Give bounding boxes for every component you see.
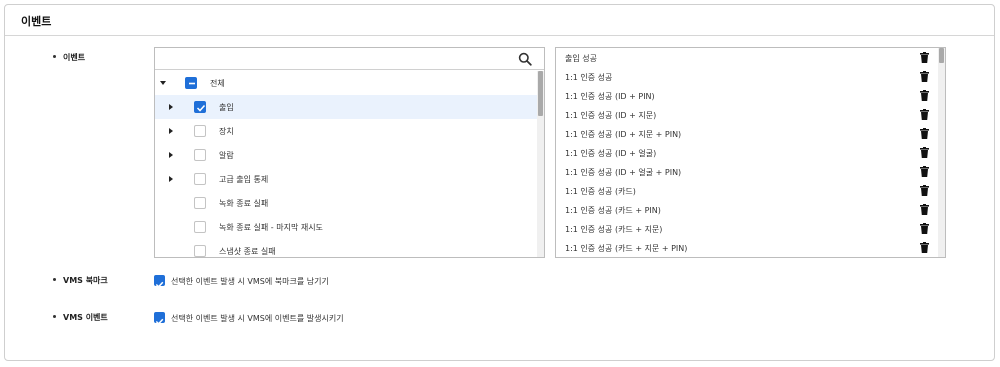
list-item-label: 1:1 인증 성공 <box>565 73 613 82</box>
panel-title: 이벤트 <box>21 15 52 28</box>
trash-icon[interactable] <box>920 90 929 101</box>
list-item-label: 1:1 인증 성공 (ID + 얼굴 + PIN) <box>565 168 682 177</box>
trash-icon[interactable] <box>920 242 929 253</box>
search-bar <box>155 48 544 70</box>
list-item: 1:1 인증 성공 (카드) <box>556 181 938 200</box>
tree-row[interactable]: 스냅샷 종료 실패 <box>155 239 537 257</box>
list-item-label: 1:1 인증 성공 (ID + 얼굴) <box>565 149 657 158</box>
trash-icon[interactable] <box>920 223 929 234</box>
list-item-label: 1:1 인증 성공 (카드 + 지문 + PIN) <box>565 244 688 253</box>
tree-checkbox[interactable] <box>194 149 206 161</box>
list-item: 1:1 인증 성공 (ID + 얼굴 + PIN) <box>556 162 938 181</box>
caret-right-icon[interactable] <box>167 175 175 183</box>
list-item: 1:1 인증 성공 (ID + PIN) <box>556 86 938 105</box>
vms-event-row-label: VMS 이벤트 <box>53 312 108 323</box>
list-item-label: 1:1 인증 성공 (카드 + 지문) <box>565 225 663 234</box>
tree-row[interactable]: 고급 출입 통제 <box>155 167 537 191</box>
tree-label: 녹화 종료 실패 - 마지막 재시도 <box>219 223 323 232</box>
tree-row[interactable]: 녹화 종료 실패 <box>155 191 537 215</box>
trash-icon[interactable] <box>920 166 929 177</box>
trash-icon[interactable] <box>920 52 929 63</box>
event-row-label: 이벤트 <box>53 52 85 63</box>
tree-label: 녹화 종료 실패 <box>219 199 269 208</box>
vms-event-checkbox[interactable] <box>154 312 165 325</box>
selected-events-list: 출입 성공 1:1 인증 성공 1:1 인증 성공 (ID + PIN) 1:1… <box>555 47 946 258</box>
tree-checkbox[interactable] <box>194 245 206 257</box>
panel-header: 이벤트 <box>5 5 994 36</box>
event-row-label-text: 이벤트 <box>63 53 86 62</box>
tree-checkbox[interactable] <box>194 101 206 113</box>
trash-icon[interactable] <box>920 204 929 215</box>
tree-checkbox[interactable] <box>194 221 206 233</box>
tree-row[interactable]: 출입 <box>155 95 537 119</box>
list-item: 1:1 인증 성공 (ID + 지문 + PIN) <box>556 124 938 143</box>
search-icon[interactable] <box>518 52 532 66</box>
bullet-icon <box>53 278 56 281</box>
list-item: 1:1 인증 성공 (카드 + PIN) <box>556 200 938 219</box>
list-item: 1:1 인증 성공 (ID + 얼굴) <box>556 143 938 162</box>
tree-row[interactable]: 녹화 종료 실패 - 마지막 재시도 <box>155 215 537 239</box>
caret-right-icon[interactable] <box>167 103 175 111</box>
vms-bookmark-row-label: VMS 북마크 <box>53 275 108 286</box>
checkmark-icon <box>155 318 164 325</box>
selected-list-scrollbar[interactable] <box>938 48 945 257</box>
list-item: 출입 성공 <box>556 48 938 67</box>
tree-scrollbar-thumb[interactable] <box>538 71 543 116</box>
list-item-label: 1:1 인증 성공 (ID + PIN) <box>565 92 655 101</box>
tree-row[interactable]: 알람 <box>155 143 537 167</box>
bullet-icon <box>53 55 56 58</box>
trash-icon[interactable] <box>920 185 929 196</box>
tree-checkbox-root[interactable] <box>185 77 197 89</box>
tree-checkbox[interactable] <box>194 197 206 209</box>
vms-bookmark-checkbox[interactable] <box>154 275 165 288</box>
tree-scrollbar[interactable] <box>537 71 544 257</box>
tree-row[interactable]: 장치 <box>155 119 537 143</box>
trash-icon[interactable] <box>920 71 929 82</box>
caret-down-icon[interactable] <box>159 79 167 87</box>
list-item-label: 1:1 인증 성공 (카드 + PIN) <box>565 206 661 215</box>
selected-list-scrollbar-thumb[interactable] <box>939 48 944 63</box>
tree-checkbox[interactable] <box>194 125 206 137</box>
tree-label: 스냅샷 종료 실패 <box>219 247 276 256</box>
caret-right-icon[interactable] <box>167 151 175 159</box>
checkmark-icon <box>155 281 164 288</box>
trash-icon[interactable] <box>920 147 929 158</box>
tree-label-root: 전체 <box>210 79 225 88</box>
search-input[interactable] <box>159 50 509 67</box>
list-item-label: 1:1 인증 성공 (카드) <box>565 187 636 196</box>
list-item-label: 1:1 인증 성공 (ID + 지문 + PIN) <box>565 130 682 139</box>
vms-bookmark-row-label-text: VMS 북마크 <box>63 276 108 285</box>
vms-event-option-text: 선택한 이벤트 발생 시 VMS에 이벤트를 발생시키기 <box>171 314 344 323</box>
tree-label: 장치 <box>219 127 234 136</box>
bullet-icon <box>53 315 56 318</box>
list-item: 1:1 인증 성공 (ID + 지문) <box>556 105 938 124</box>
trash-icon[interactable] <box>920 128 929 139</box>
tree-label: 알람 <box>219 151 234 160</box>
list-item-label: 1:1 인증 성공 (ID + 지문) <box>565 111 657 120</box>
caret-right-icon[interactable] <box>167 127 175 135</box>
list-item-label: 출입 성공 <box>565 54 597 63</box>
list-item: 1:1 인증 성공 (카드 + 지문 + PIN) <box>556 238 938 257</box>
list-item: 1:1 인증 성공 <box>556 67 938 86</box>
tree-label: 출입 <box>219 103 234 112</box>
list-item: 1:1 인증 성공 (카드 + 지문) <box>556 219 938 238</box>
tree-row-root[interactable]: 전체 <box>155 71 537 95</box>
event-tree: 전체 출입 장치 알람 고급 출입 통제 녹화 종료 실패 녹화 종료 실패 -… <box>155 71 537 257</box>
trash-icon[interactable] <box>920 109 929 120</box>
vms-event-row-label-text: VMS 이벤트 <box>63 313 108 322</box>
event-tree-box: 전체 출입 장치 알람 고급 출입 통제 녹화 종료 실패 녹화 종료 실패 -… <box>154 47 545 258</box>
tree-checkbox[interactable] <box>194 173 206 185</box>
tree-label: 고급 출입 통제 <box>219 175 269 184</box>
vms-bookmark-option-text: 선택한 이벤트 발생 시 VMS에 북마크를 남기기 <box>171 277 329 286</box>
